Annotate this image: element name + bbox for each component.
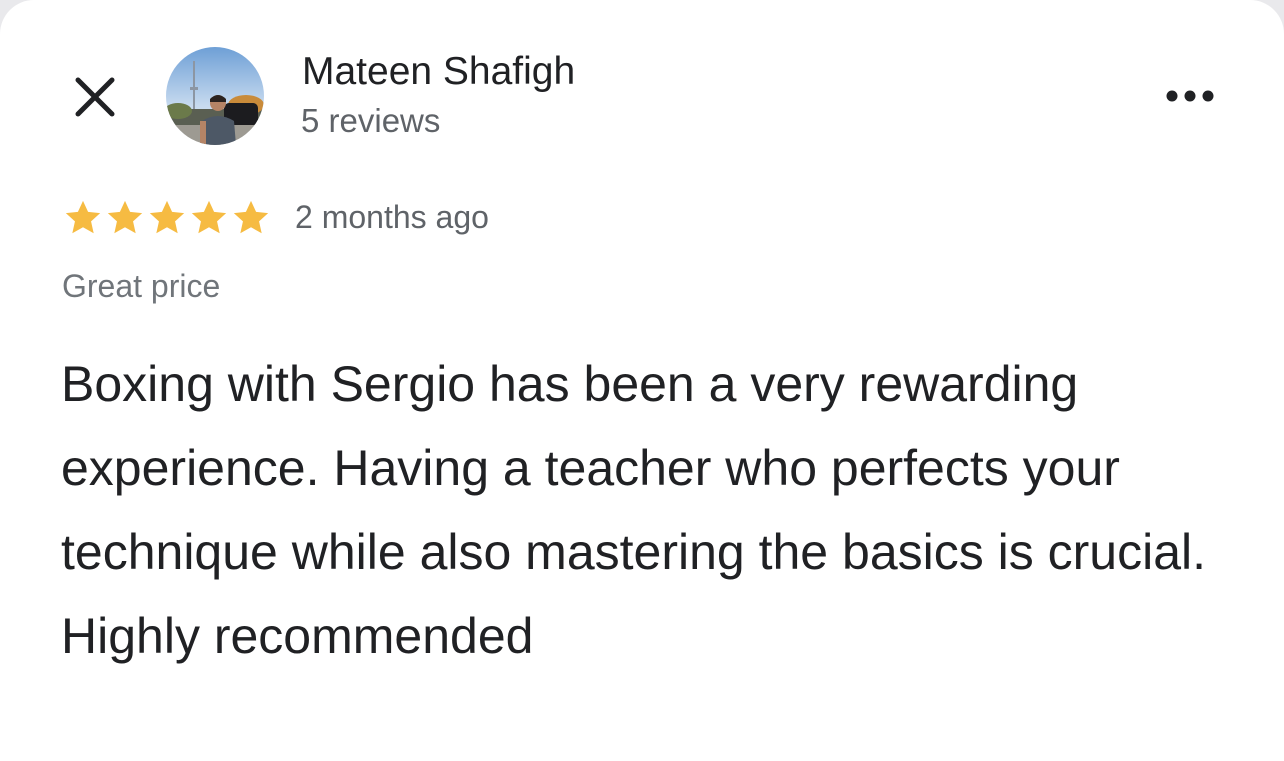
- review-card: Mateen Shafigh 5 reviews 2 months ago Gr…: [0, 0, 1284, 761]
- avatar[interactable]: [166, 47, 264, 145]
- star-icon: [233, 200, 269, 234]
- review-text: Boxing with Sergio has been a very rewar…: [61, 356, 1206, 664]
- more-horizontal-icon: [1166, 90, 1214, 102]
- star-icon: [149, 200, 185, 234]
- reviewer-review-count: 5 reviews: [301, 102, 441, 139]
- more-options-button[interactable]: [1155, 78, 1225, 114]
- star-icon: [65, 200, 101, 234]
- close-button[interactable]: [70, 72, 120, 122]
- star-rating: [62, 196, 272, 240]
- reviewer-name[interactable]: Mateen Shafigh: [302, 50, 575, 94]
- review-date: 2 months ago: [295, 199, 489, 235]
- star-icon: [107, 200, 143, 234]
- stars-container: [62, 197, 272, 239]
- profile-photo-avatar: [166, 47, 264, 145]
- close-icon: [75, 77, 115, 117]
- star-icon: [191, 200, 227, 234]
- review-tag: Great price: [62, 268, 221, 304]
